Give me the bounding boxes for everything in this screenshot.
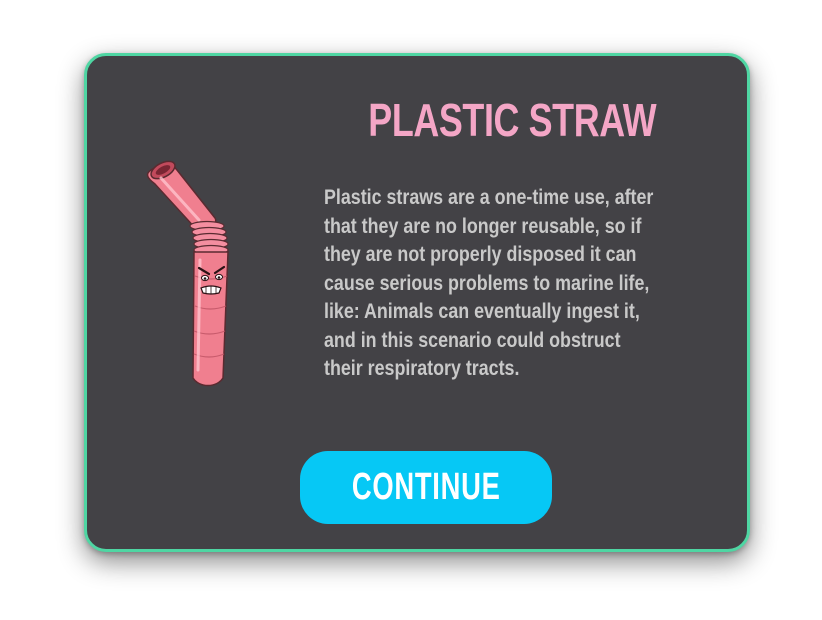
dialog-description: Plastic straws are a one-time use, after…: [324, 186, 654, 380]
angry-plastic-straw-icon: [146, 160, 229, 387]
continue-button[interactable]: CONTINUE: [300, 451, 552, 524]
info-dialog: PLASTIC STRAW Plastic straws are a one-t…: [84, 53, 750, 552]
continue-button-label: CONTINUE: [351, 466, 501, 508]
dialog-title: PLASTIC STRAW: [368, 94, 657, 146]
